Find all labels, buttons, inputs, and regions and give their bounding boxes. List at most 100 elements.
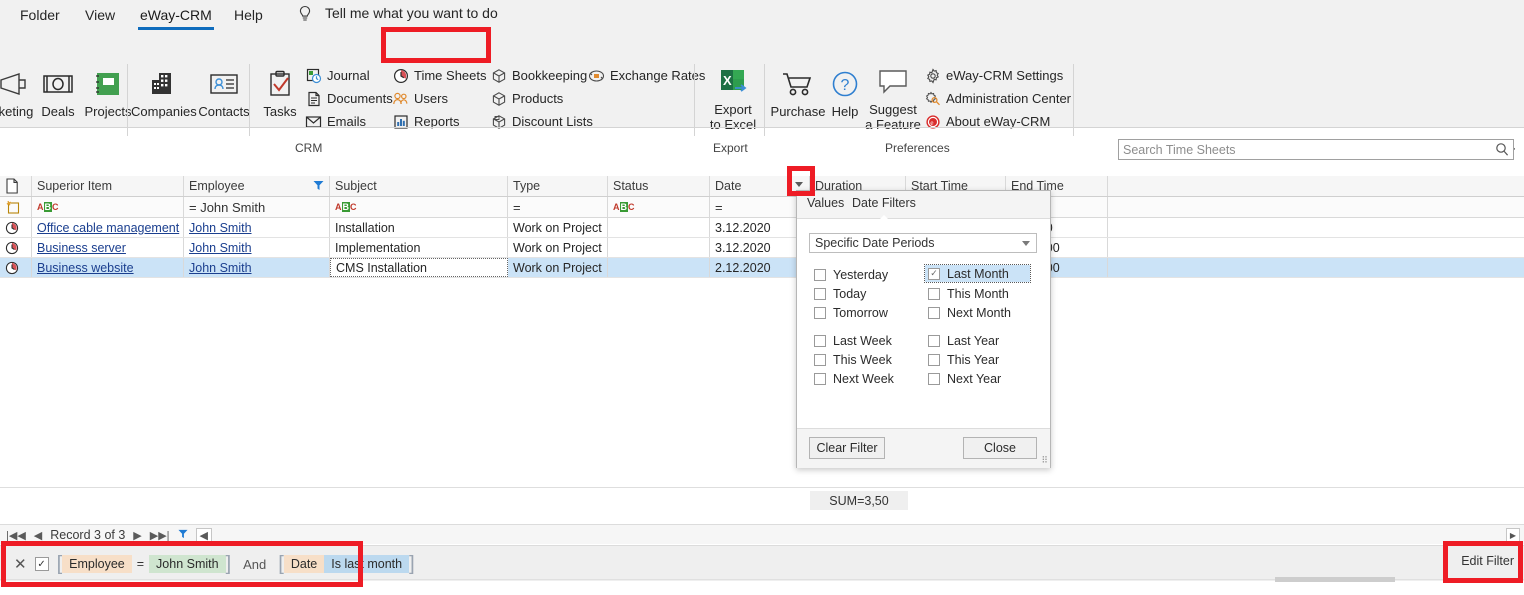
cell-superior-item[interactable]: Office cable management	[32, 218, 184, 237]
filter-subject[interactable]: ABC	[330, 197, 508, 217]
checkbox-last-month[interactable]: ✓ Last Month	[924, 264, 1031, 283]
ribbon-button-bookkeeping[interactable]: Bookkeeping	[490, 64, 587, 87]
filter-value-is-last-month[interactable]: Is last month	[324, 555, 410, 573]
checkbox-next-year[interactable]: Next Year	[928, 370, 1001, 387]
next-record-icon[interactable]: ▶	[133, 529, 141, 542]
cell-type[interactable]: Work on Project	[508, 238, 608, 257]
search-icon[interactable]	[1495, 142, 1509, 160]
checkbox-last-week[interactable]: Last Week	[814, 332, 892, 349]
cell-employee[interactable]: John Smith	[184, 258, 330, 277]
employee-link[interactable]: John Smith	[189, 221, 252, 235]
filter-icon[interactable]	[178, 529, 188, 542]
employee-link[interactable]: John Smith	[189, 261, 252, 275]
ribbon-button-emails[interactable]: Emails	[305, 110, 366, 133]
popup-tab-values[interactable]: Values	[807, 196, 844, 210]
previous-record-icon[interactable]: ◀	[34, 529, 42, 542]
filter-field-employee[interactable]: Employee	[62, 555, 132, 573]
cell-type[interactable]: Work on Project	[508, 218, 608, 237]
checkbox-today[interactable]: Today	[814, 285, 866, 302]
table-row[interactable]: Office cable management John Smith Insta…	[0, 218, 1524, 238]
employee-filter-icon[interactable]	[313, 180, 324, 194]
ribbon-button-suggest-a-feature[interactable]: Suggest a Feature	[862, 62, 924, 132]
search-input[interactable]	[1119, 140, 1489, 159]
ribbon-button-about-eway-crm[interactable]: e About eWay-CRM	[924, 110, 1050, 133]
cell-type[interactable]: Work on Project	[508, 258, 608, 277]
filter-operator-equals[interactable]: =	[132, 557, 149, 571]
edit-filter-button[interactable]: Edit Filter	[1461, 554, 1514, 568]
superior-item-link[interactable]: Business server	[37, 241, 126, 255]
popup-tab-date-filters[interactable]: Date Filters	[852, 196, 916, 221]
cell-status[interactable]	[608, 218, 710, 237]
grid-header-status[interactable]: Status	[608, 176, 710, 196]
cell-employee[interactable]: John Smith	[184, 238, 330, 257]
cell-subject[interactable]: CMS Installation	[330, 258, 508, 277]
checkbox-yesterday[interactable]: Yesterday	[814, 266, 888, 283]
ribbon-tab-eway-crm[interactable]: eWay-CRM	[134, 4, 218, 30]
checkbox-next-month[interactable]: Next Month	[928, 304, 1011, 321]
horizontal-scrollbar-thumb[interactable]	[1275, 577, 1395, 582]
cell-date[interactable]: 3.12.2020	[710, 218, 810, 237]
ribbon-button-export-to-excel[interactable]: X Export to Excel	[702, 62, 764, 132]
grid-header-type[interactable]: Type	[508, 176, 608, 196]
last-record-icon[interactable]: ▶▶|	[150, 529, 170, 542]
clear-filter-button[interactable]: Clear Filter	[809, 437, 885, 459]
grid-header-superior-item[interactable]: Superior Item	[32, 176, 184, 196]
cell-subject[interactable]: Implementation	[330, 238, 508, 257]
search-time-sheets-box[interactable]	[1118, 139, 1514, 160]
ribbon-button-eway-crm-settings[interactable]: eWay-CRM Settings	[924, 64, 1063, 87]
close-icon[interactable]: ✕	[14, 555, 27, 573]
filter-value-john-smith[interactable]: John Smith	[149, 555, 226, 573]
ribbon-button-reports[interactable]: Reports	[392, 110, 460, 133]
checkbox-this-year[interactable]: This Year	[928, 351, 999, 368]
cell-subject[interactable]: Installation	[330, 218, 508, 237]
cell-status[interactable]	[608, 238, 710, 257]
cell-superior-item[interactable]: Business website	[32, 258, 184, 277]
checkbox-this-week[interactable]: This Week	[814, 351, 892, 368]
table-row[interactable]: Business server John Smith Implementatio…	[0, 238, 1524, 258]
ribbon-button-companies[interactable]: Companies	[131, 64, 197, 119]
cell-status[interactable]	[608, 258, 710, 277]
filter-superior-item[interactable]: ABC	[32, 197, 184, 217]
filter-employee[interactable]: = John Smith	[184, 197, 330, 217]
cell-date[interactable]: 2.12.2020	[710, 258, 810, 277]
checkbox-tomorrow[interactable]: Tomorrow	[814, 304, 888, 321]
ribbon-tab-folder[interactable]: Folder	[14, 4, 66, 28]
close-button[interactable]: Close	[963, 437, 1037, 459]
ribbon-button-tasks[interactable]: Tasks	[248, 64, 312, 119]
ribbon-button-exchange-rates[interactable]: Exchange Rates	[588, 64, 705, 87]
employee-link[interactable]: John Smith	[189, 241, 252, 255]
ribbon-button-users[interactable]: Users	[392, 87, 448, 110]
checkbox-this-month[interactable]: This Month	[928, 285, 1009, 302]
cell-employee[interactable]: John Smith	[184, 218, 330, 237]
filter-conjunction-and[interactable]: And	[239, 557, 270, 572]
cell-date[interactable]: 3.12.2020	[710, 238, 810, 257]
nav-scroll-right-icon[interactable]: ▶	[1506, 528, 1520, 542]
grid-header-subject[interactable]: Subject	[330, 176, 508, 196]
new-row-icon[interactable]	[0, 197, 32, 217]
first-record-icon[interactable]: |◀◀	[6, 529, 26, 542]
ribbon-button-products[interactable]: Products	[490, 87, 563, 110]
ribbon-button-administration-center[interactable]: Administration Center	[924, 87, 1071, 110]
grid-header-employee[interactable]: Employee	[184, 176, 330, 196]
specific-date-periods-select[interactable]: Specific Date Periods	[809, 233, 1037, 253]
ribbon-tab-help[interactable]: Help	[228, 4, 269, 28]
ribbon-button-documents[interactable]: Documents	[305, 87, 393, 110]
checkbox-next-week[interactable]: Next Week	[814, 370, 894, 387]
filter-date[interactable]: =	[710, 197, 810, 217]
checkbox-last-year[interactable]: Last Year	[928, 332, 999, 349]
ribbon-button-contacts[interactable]: Contacts	[192, 64, 256, 119]
filter-enabled-checkbox[interactable]: ✓	[34, 557, 49, 571]
superior-item-link[interactable]: Business website	[37, 261, 134, 275]
ribbon-button-time-sheets[interactable]: Time Sheets	[392, 64, 487, 87]
filter-status[interactable]: ABC	[608, 197, 710, 217]
ribbon-button-journal[interactable]: Journal	[305, 64, 370, 87]
tell-me-box[interactable]: Tell me what you want to do	[325, 5, 498, 21]
superior-item-link[interactable]: Office cable management	[37, 221, 179, 235]
ribbon-tab-view[interactable]: View	[79, 4, 121, 28]
grid-header-date[interactable]: Date	[710, 176, 810, 196]
nav-scroll-left-icon[interactable]: ◀	[195, 527, 213, 543]
cell-superior-item[interactable]: Business server	[32, 238, 184, 257]
filter-field-date[interactable]: Date	[283, 555, 325, 573]
filter-type[interactable]: =	[508, 197, 608, 217]
table-row[interactable]: Business website John Smith CMS Installa…	[0, 258, 1524, 278]
